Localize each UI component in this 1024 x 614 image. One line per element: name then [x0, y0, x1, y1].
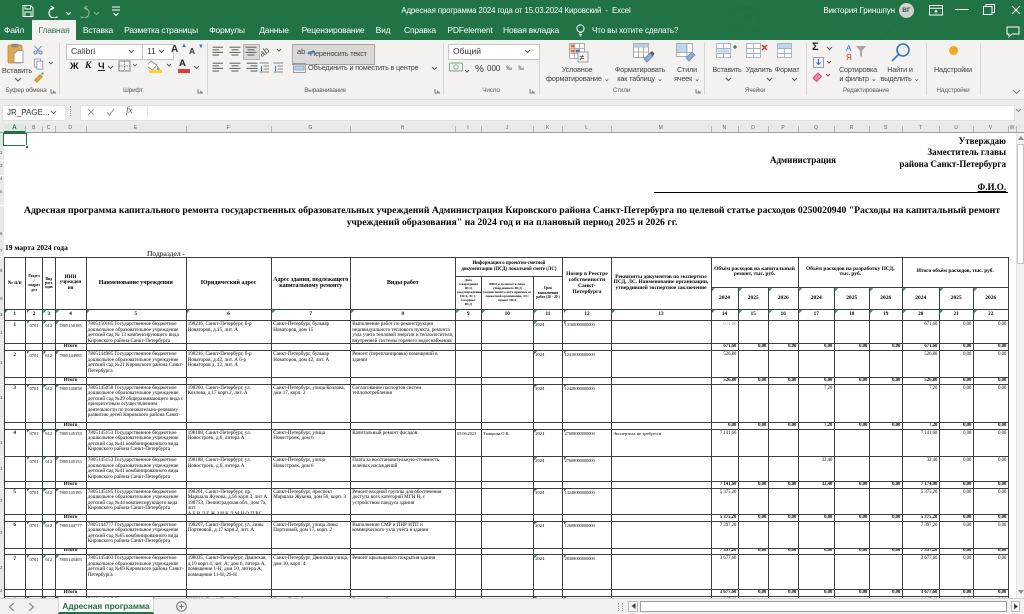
svg-text:‰: ‰ [506, 66, 512, 72]
svg-text:‰: ‰ [518, 66, 524, 72]
svg-text:≠: ≠ [580, 53, 585, 63]
svg-text:ab: ab [261, 45, 271, 57]
svg-text:Я: Я [846, 53, 852, 62]
svg-text:%: % [475, 64, 484, 75]
svg-text:А: А [846, 44, 852, 53]
svg-text:000: 000 [487, 64, 501, 73]
